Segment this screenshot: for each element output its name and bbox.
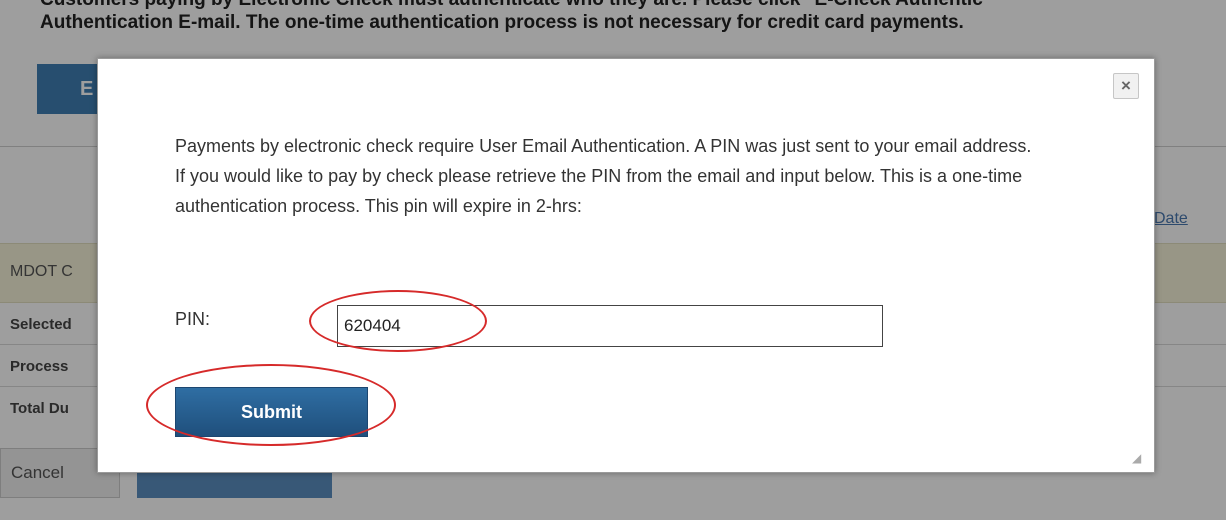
- close-icon[interactable]: ×: [1113, 73, 1139, 99]
- pin-authentication-dialog: × Payments by electronic check require U…: [97, 58, 1155, 473]
- submit-button[interactable]: Submit: [175, 387, 368, 437]
- pin-input[interactable]: [337, 305, 883, 347]
- dialog-message: Payments by electronic check require Use…: [175, 136, 1032, 216]
- resize-grip-icon[interactable]: ◢: [1132, 451, 1146, 465]
- pin-label: PIN:: [175, 309, 211, 329]
